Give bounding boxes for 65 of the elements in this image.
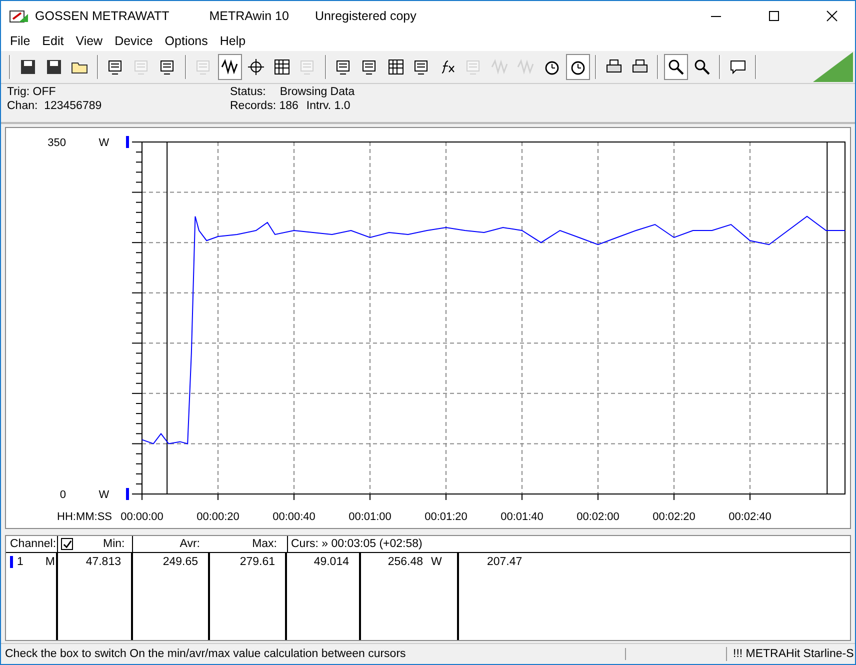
- corner-triangle-icon: [813, 52, 853, 82]
- x-tick-label: 00:00:00: [120, 511, 164, 523]
- y-tick-label: 0: [60, 489, 66, 501]
- x-tick-label: 00:01:20: [424, 511, 468, 523]
- zoom-icon: [693, 58, 711, 76]
- table-cell: 279.61: [240, 556, 275, 568]
- table-cell: 47.813: [86, 556, 121, 568]
- menu-item[interactable]: Help: [214, 34, 252, 48]
- y-unit-label: W: [98, 489, 110, 501]
- table-cell: 249.65: [162, 556, 198, 568]
- column-header: Avr:: [178, 537, 201, 552]
- x-tick-label: 00:02:20: [652, 511, 696, 523]
- menu-item[interactable]: Device: [108, 34, 159, 48]
- device-status: !!! METRAHit Starline-S: [732, 648, 854, 660]
- scale-marker: [126, 136, 129, 148]
- app-logo-icon: [9, 8, 29, 24]
- table-cell: 207.47: [487, 556, 522, 568]
- menu-item[interactable]: Options: [158, 34, 214, 48]
- app-name: GOSSEN METRAWATT: [35, 9, 170, 23]
- status-value: Browsing Data: [280, 86, 355, 98]
- x-tick-label: 00:00:20: [196, 511, 240, 523]
- column-header: Max:: [251, 537, 278, 552]
- function-icon: [439, 58, 457, 76]
- column-header: Channel:: [6, 536, 58, 552]
- window-title: METRAwin 10: [209, 9, 289, 23]
- x-tick-label: 00:02:40: [728, 511, 772, 523]
- table-cell: M: [45, 556, 55, 568]
- maximize-icon[interactable]: [768, 10, 780, 22]
- table-icon: [273, 58, 291, 76]
- cursor-header: Curs: » 00:03:05 (+02:58): [287, 536, 422, 552]
- speech-bubble-icon: [729, 58, 747, 76]
- records-text: Records: 186: [230, 100, 298, 112]
- status-hint: Check the box to switch On the min/avr/max value calculation between cursors: [1, 648, 626, 660]
- calc-checkbox[interactable]: [61, 538, 73, 550]
- toolbar-button[interactable]: [566, 54, 590, 80]
- y-unit-label: W: [98, 137, 110, 149]
- waveform-icon: [491, 58, 509, 76]
- unit-text: W: [431, 556, 442, 570]
- interval-text: Intrv. 1.0: [306, 100, 350, 112]
- zoom-icon: [667, 58, 685, 76]
- status-label: Status:: [230, 86, 266, 98]
- table-cell: 1: [17, 556, 24, 568]
- scale-marker: [126, 488, 129, 500]
- channels-text: Chan: 123456789: [7, 100, 103, 112]
- y-tick-label: 350: [48, 137, 66, 149]
- x-tick-label: 00:00:40: [272, 511, 316, 523]
- waveform-icon: [517, 58, 535, 76]
- x-tick-label: 00:01:40: [500, 511, 544, 523]
- menu-item[interactable]: View: [70, 34, 109, 48]
- x-tick-label: 00:01:00: [348, 511, 392, 523]
- toolbar-button[interactable]: [664, 54, 688, 80]
- toolbar-button[interactable]: [218, 54, 242, 80]
- table-cell: 49.014: [314, 556, 349, 568]
- close-icon[interactable]: [826, 10, 838, 22]
- menu-item[interactable]: Edit: [36, 34, 70, 48]
- floppy-icon: [19, 58, 37, 76]
- x-tick-label: 00:02:00: [576, 511, 620, 523]
- crosshair-icon: [247, 58, 265, 76]
- waveform-icon: [221, 58, 239, 76]
- column-header: Min:: [103, 537, 125, 552]
- menu-item[interactable]: File: [4, 34, 36, 48]
- table-cell-text: 256.48: [386, 556, 423, 570]
- trigger-text: Trig: OFF: [7, 86, 57, 98]
- license-text: Unregistered copy: [314, 9, 416, 23]
- x-axis-title: HH:MM:SS: [57, 511, 112, 523]
